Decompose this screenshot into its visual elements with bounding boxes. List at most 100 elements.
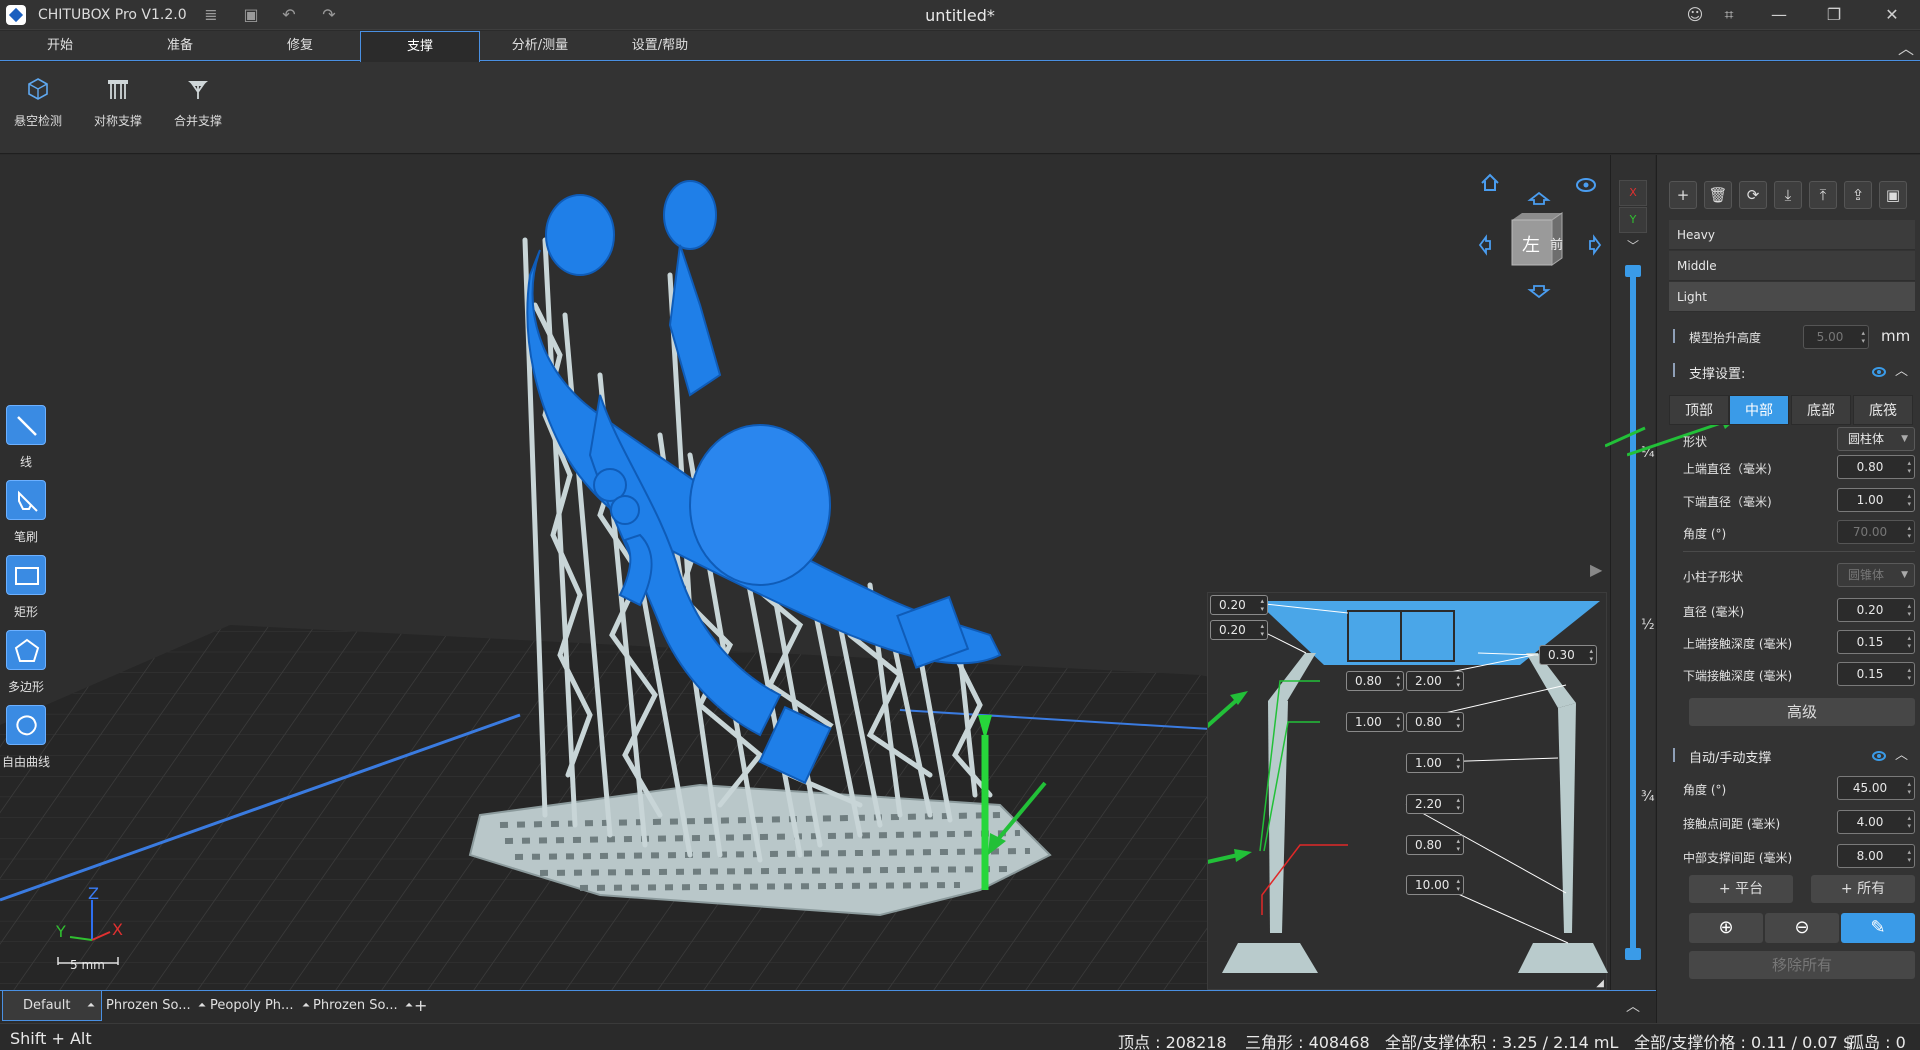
auto-support-eye-icon[interactable] xyxy=(1872,751,1886,761)
subtab-raft[interactable]: 底筏 xyxy=(1853,395,1913,425)
bottom-diameter-input[interactable]: 1.00 xyxy=(1837,488,1915,512)
support-settings-collapse-icon[interactable]: ︿ xyxy=(1895,360,1908,379)
diagram-value-pillar-diameter[interactable]: 1.00 xyxy=(1406,753,1464,773)
diagram-value-right-tip[interactable]: 0.30 xyxy=(1539,645,1597,665)
diagram-value-top-1[interactable]: 0.20 xyxy=(1210,595,1268,615)
remove-all-button[interactable]: 移除所有 xyxy=(1689,951,1915,979)
add-printer-tab-icon[interactable]: + xyxy=(414,991,434,1021)
printer-tab-2[interactable]: Peopoly Ph... ⏶ xyxy=(210,991,314,1021)
share-preset-button[interactable]: ⇪ xyxy=(1844,181,1872,209)
diagram-value-tip-length[interactable]: 2.00 xyxy=(1406,671,1464,691)
top-diameter-input[interactable]: 0.80 xyxy=(1837,455,1915,479)
merge-support-button[interactable]: 合并支撑 xyxy=(162,76,234,142)
save-icon[interactable]: ▣ xyxy=(240,5,262,25)
home-icon[interactable] xyxy=(1481,173,1499,191)
add-platform-button[interactable]: + 平台 xyxy=(1689,875,1793,903)
subtab-middle[interactable]: 中部 xyxy=(1729,395,1789,425)
remove-support-button[interactable]: ⊖ xyxy=(1765,913,1839,943)
top-depth-input[interactable]: 0.15 xyxy=(1837,630,1915,654)
small-pillar-shape-select[interactable]: 圆锥体 xyxy=(1837,563,1915,587)
minus-circle-icon: ⊖ xyxy=(1794,917,1810,938)
edit-support-button[interactable]: ✎ xyxy=(1841,913,1915,943)
subtab-bottom[interactable]: 底部 xyxy=(1791,395,1851,425)
auto-support-collapse-icon[interactable]: ︿ xyxy=(1895,744,1908,763)
preset-middle[interactable]: Middle xyxy=(1669,251,1915,281)
contact-spacing-input[interactable]: 4.00 xyxy=(1837,810,1915,834)
lift-height-input[interactable]: 5.00 xyxy=(1803,325,1869,349)
tool-line[interactable]: 线 xyxy=(6,405,46,470)
refresh-preset-button[interactable]: ⟳ xyxy=(1739,181,1767,209)
export-preset-button[interactable]: ⤒ xyxy=(1809,181,1837,209)
add-preset-button[interactable]: + xyxy=(1669,181,1697,209)
app-logo-icon xyxy=(6,5,26,25)
layer-slider-track[interactable] xyxy=(1630,268,1636,956)
printer-tab-1[interactable]: Phrozen So... ⏶ xyxy=(106,991,210,1021)
tool-freehand[interactable]: 自由曲线 xyxy=(2,705,50,770)
minimize-button[interactable]: — xyxy=(1757,2,1801,28)
diameter-input[interactable]: 0.20 xyxy=(1837,598,1915,622)
expand-panel-icon[interactable]: ▶ xyxy=(1590,560,1602,579)
diagram-value-base-height[interactable]: 0.80 xyxy=(1406,835,1464,855)
add-all-button[interactable]: + 所有 xyxy=(1811,875,1915,903)
open-file-icon[interactable]: ≣ xyxy=(200,5,222,25)
layer-slider-bottom-handle[interactable] xyxy=(1625,948,1641,960)
advanced-button[interactable]: 高级 xyxy=(1689,698,1915,726)
tab-menu-icon[interactable]: ⏶ xyxy=(198,991,206,1021)
support-settings-eye-icon[interactable] xyxy=(1872,367,1886,377)
middle-spacing-input[interactable]: 8.00 xyxy=(1837,844,1915,868)
resize-handle-icon[interactable]: ◢ xyxy=(1596,978,1604,989)
import-preset-button[interactable]: ⤓ xyxy=(1774,181,1802,209)
symmetric-support-button[interactable]: 对称支撑 xyxy=(82,76,154,142)
preset-heavy[interactable]: Heavy xyxy=(1669,220,1915,250)
expand-up-icon[interactable]: ︿ xyxy=(1610,990,1656,1022)
auto-angle-input[interactable]: 45.00 xyxy=(1837,776,1915,800)
tab-repair[interactable]: 修复 xyxy=(240,31,360,61)
preset-light[interactable]: Light xyxy=(1669,282,1915,312)
printer-tab-3[interactable]: Phrozen So... ⏶ xyxy=(313,991,417,1021)
tab-menu-icon[interactable]: ⏶ xyxy=(405,991,413,1021)
rotate-right-icon[interactable] xyxy=(1589,234,1602,256)
diagram-value-top-2[interactable]: 0.20 xyxy=(1210,620,1268,640)
tool-polygon[interactable]: 多边形 xyxy=(6,630,46,695)
printer-tab-default[interactable]: Default ⏶ xyxy=(2,991,102,1021)
diagram-value-pillar-mid[interactable]: 0.80 xyxy=(1406,712,1464,732)
tab-prepare[interactable]: 准备 xyxy=(120,31,240,61)
axis-x-toggle[interactable]: X xyxy=(1619,180,1647,206)
chevron-down-icon[interactable]: ﹀ xyxy=(1627,237,1639,254)
save-preset-button[interactable]: ▣ xyxy=(1879,181,1907,209)
printer-tabs: Default ⏶ Phrozen So... ⏶ Peopoly Ph... … xyxy=(0,990,1610,1022)
diagram-value-tip-diameter[interactable]: 0.80 xyxy=(1346,671,1404,691)
tab-analysis[interactable]: 分析/测量 xyxy=(480,31,600,61)
undo-icon[interactable]: ↶ xyxy=(278,5,300,25)
tab-menu-icon[interactable]: ⏶ xyxy=(302,991,310,1021)
subtab-top[interactable]: 顶部 xyxy=(1669,395,1729,425)
restore-button[interactable]: ❐ xyxy=(1812,2,1856,28)
angle-input[interactable]: 70.00 xyxy=(1837,520,1915,544)
screenshot-icon[interactable]: ⌗ xyxy=(1707,2,1751,28)
layer-slider-top-handle[interactable] xyxy=(1625,265,1641,277)
3d-viewport[interactable]: Z X Y 5 mm 线 笔刷 矩形 多边形 自由曲线 左 前 ▶ 0.20 ▴… xyxy=(0,155,1610,990)
tab-support[interactable]: 支撑 xyxy=(360,31,480,62)
tool-rectangle[interactable]: 矩形 xyxy=(6,555,46,620)
eye-icon[interactable] xyxy=(1576,178,1596,192)
bottom-depth-input[interactable]: 0.15 xyxy=(1837,662,1915,686)
diagram-value-base-width[interactable]: 10.00 xyxy=(1406,875,1464,895)
rotate-left-icon[interactable] xyxy=(1478,234,1491,256)
shape-select[interactable]: 圆柱体 xyxy=(1837,427,1915,451)
tab-start[interactable]: 开始 xyxy=(0,31,120,61)
price-readout: 全部/支撑价格 : 0.11 / 0.07 $ xyxy=(1634,1033,1854,1050)
collapse-ribbon-icon[interactable]: ︿ xyxy=(1898,35,1914,59)
delete-preset-button[interactable]: 🗑 xyxy=(1704,181,1732,209)
redo-icon[interactable]: ↷ xyxy=(318,5,340,25)
diagram-value-pillar-top[interactable]: 1.00 xyxy=(1346,712,1404,732)
axis-y-toggle[interactable]: Y xyxy=(1619,207,1647,233)
rotate-up-icon[interactable] xyxy=(1527,191,1551,205)
tool-brush[interactable]: 笔刷 xyxy=(6,480,46,545)
add-support-button[interactable]: ⊕ xyxy=(1689,913,1763,943)
overhang-detect-button[interactable]: 悬空检测 xyxy=(2,76,74,142)
rotate-down-icon[interactable] xyxy=(1527,285,1551,299)
close-button[interactable]: ✕ xyxy=(1870,2,1914,28)
tab-settings[interactable]: 设置/帮助 xyxy=(600,31,720,61)
tab-menu-icon[interactable]: ⏶ xyxy=(87,991,95,1021)
diagram-value-base-diameter[interactable]: 2.20 xyxy=(1406,794,1464,814)
